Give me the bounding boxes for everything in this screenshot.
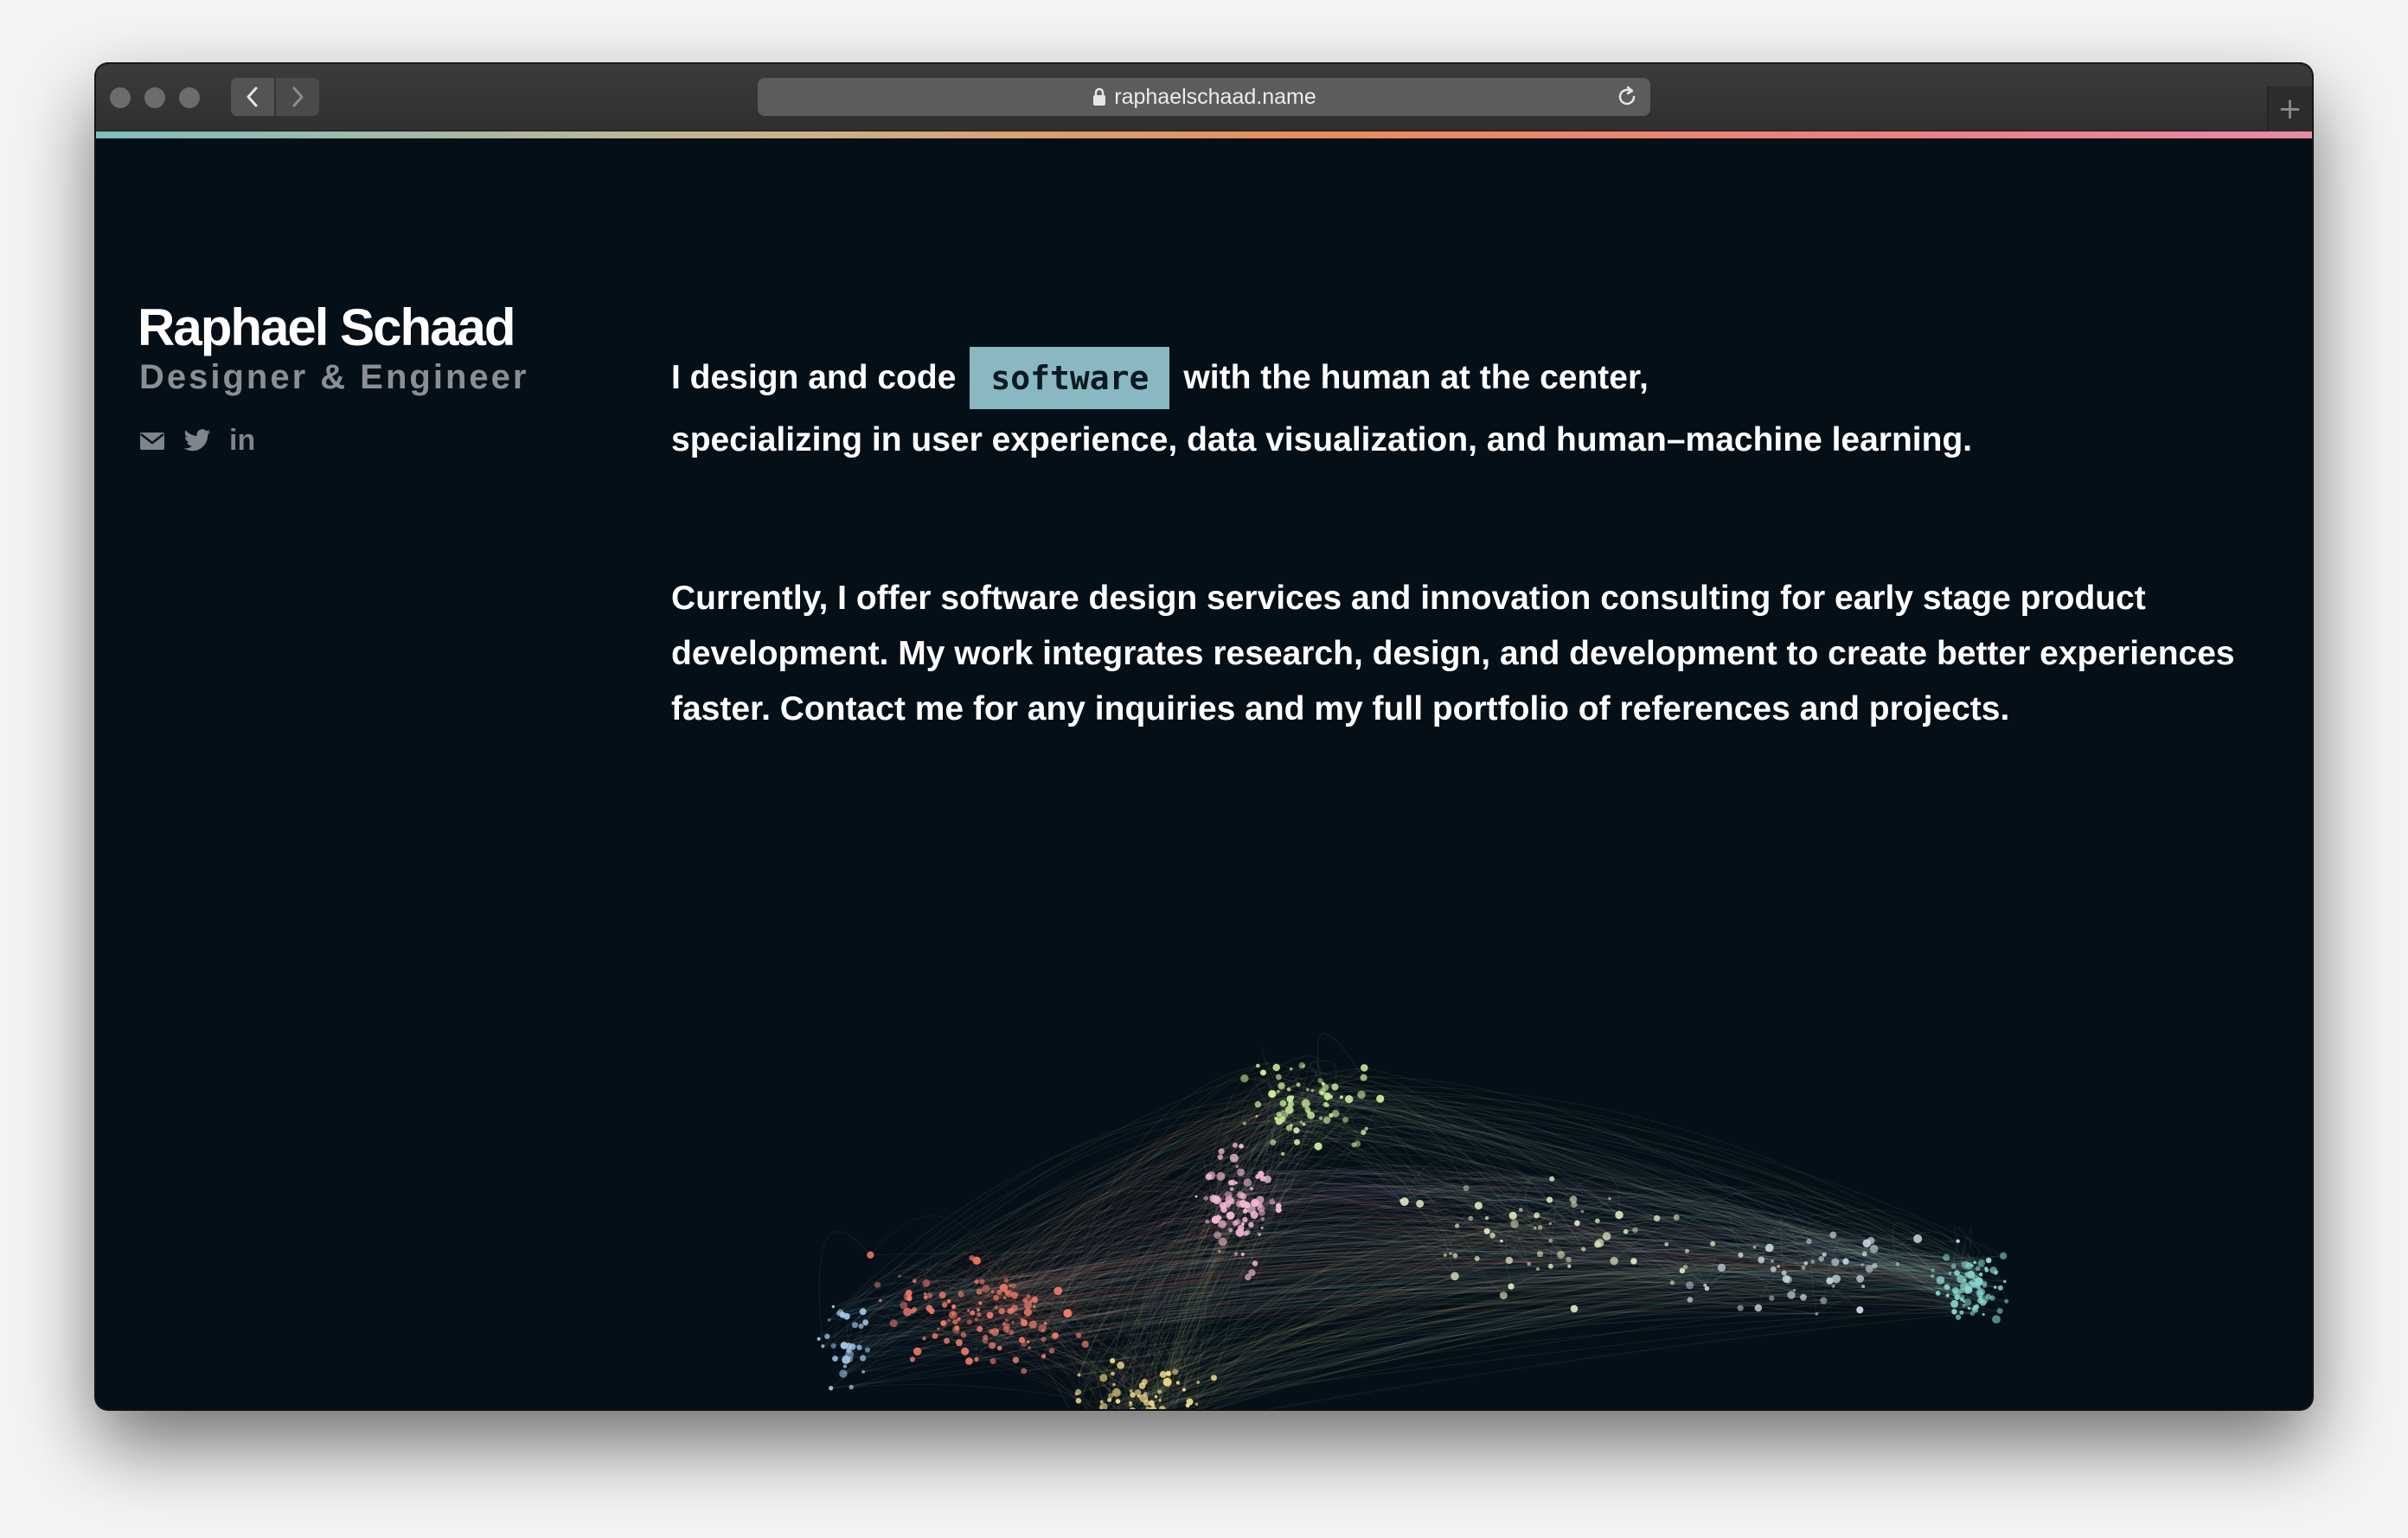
chevron-right-icon: [292, 87, 304, 107]
minimize-window-button[interactable]: [144, 87, 165, 108]
intro-specialization: specializing in user experience, data vi…: [671, 421, 1973, 458]
page-content: Raphael Schaad Designer & Engineer in I …: [96, 138, 2312, 1409]
accent-gradient-bar: [96, 131, 2312, 138]
intro-before: I design and code: [671, 359, 957, 396]
lock-icon: [1093, 87, 1106, 106]
about-paragraph: Currently, I offer software design servi…: [671, 580, 2235, 727]
plus-icon: +: [2277, 92, 2302, 126]
url-text: raphaelschaad.name: [1114, 84, 1316, 109]
chevron-left-icon: [247, 87, 258, 107]
intro-after: with the human at the center,: [1183, 359, 1649, 396]
intro-statement: I design and code software with the huma…: [671, 346, 2254, 465]
reload-icon[interactable]: [1616, 86, 1638, 108]
new-tab-button[interactable]: +: [2267, 87, 2312, 131]
close-window-button[interactable]: [110, 87, 131, 108]
site-title[interactable]: Raphael Schaad: [138, 298, 516, 357]
twitter-icon[interactable]: [183, 428, 212, 453]
linkedin-icon[interactable]: in: [229, 424, 255, 458]
mail-icon[interactable]: [139, 431, 165, 452]
browser-toolbar: raphaelschaad.name +: [96, 64, 2312, 131]
back-button[interactable]: [231, 78, 274, 116]
network-edges: [818, 1033, 2008, 1409]
browser-window: raphaelschaad.name + Raphael Schaad Desi…: [96, 64, 2312, 1409]
social-links: in: [139, 424, 255, 458]
network-nodes: [817, 1062, 2009, 1409]
site-subtitle: Designer & Engineer: [139, 358, 529, 396]
zoom-window-button[interactable]: [179, 87, 200, 108]
rotating-keyword-badge[interactable]: software: [970, 347, 1170, 409]
forward-button[interactable]: [276, 78, 319, 116]
address-bar[interactable]: raphaelschaad.name: [758, 78, 1650, 116]
